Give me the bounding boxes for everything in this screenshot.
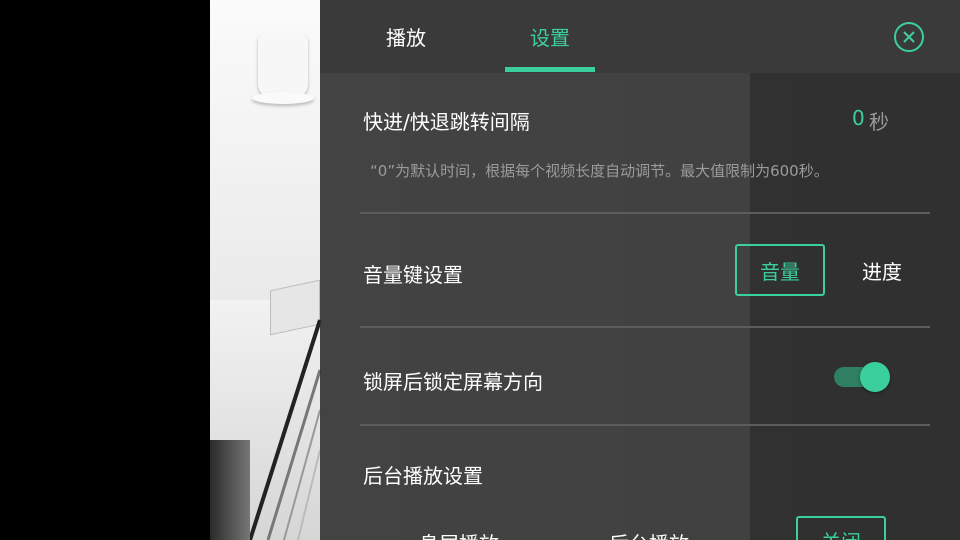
- seek-interval-hint: “0”为默认时间，根据每个视频长度自动调节。最大值限制为600秒。: [370, 162, 829, 180]
- volume-key-option-volume[interactable]: 音量: [735, 244, 825, 296]
- lock-orientation-title: 锁屏后锁定屏幕方向: [363, 370, 543, 394]
- letterbox-left: [0, 0, 210, 540]
- volume-key-option-progress[interactable]: 进度: [837, 244, 927, 296]
- lock-orientation-toggle[interactable]: [834, 362, 890, 392]
- video-shadow: [210, 440, 250, 540]
- settings-panel: 播放 设置 快进/快退跳转间隔 0 秒 “0”为默认时间，根据每个视频长度自动调…: [320, 0, 960, 540]
- background-play-option-background[interactable]: 后台播放: [609, 528, 689, 540]
- tab-bar: 播放 设置: [320, 0, 960, 73]
- divider: [360, 326, 930, 328]
- background-play-title: 后台播放设置: [363, 464, 483, 488]
- divider: [360, 424, 930, 426]
- tab-play[interactable]: 播放: [361, 0, 451, 73]
- close-icon: [903, 31, 915, 43]
- seek-interval-title: 快进/快退跳转间隔: [363, 110, 530, 134]
- background-play-option-screen-off[interactable]: 息屏播放: [419, 528, 499, 540]
- divider: [360, 212, 930, 214]
- tab-settings[interactable]: 设置: [505, 0, 595, 73]
- background-play-option-off[interactable]: 关闭: [796, 516, 886, 540]
- active-tab-indicator: [505, 67, 595, 72]
- toggle-knob: [860, 362, 890, 392]
- close-button[interactable]: [894, 22, 924, 52]
- volume-key-title: 音量键设置: [363, 263, 463, 287]
- seek-interval-unit: 秒: [869, 110, 889, 134]
- seek-interval-value[interactable]: 0: [852, 106, 865, 130]
